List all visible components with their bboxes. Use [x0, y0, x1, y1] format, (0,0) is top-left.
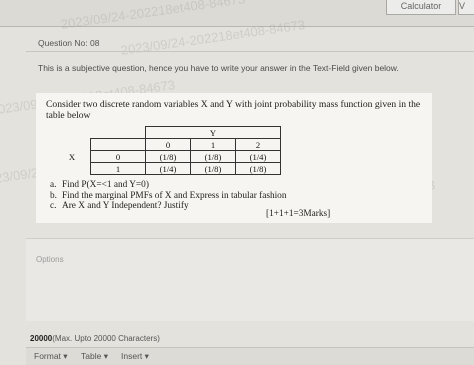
table-cell: (1/8)	[145, 150, 191, 163]
table-col-header: 1	[190, 138, 236, 151]
question-number: Question No: 08	[38, 38, 100, 48]
question-part: b. Find the marginal PMFs of X and Expres…	[50, 191, 430, 202]
pmf-table: Y 0 1 2 X 0 (1/8) (1/8) (1/4) 1 (1/4) (1…	[54, 126, 281, 175]
table-row-header: 0	[90, 150, 146, 163]
table-cell: (1/8)	[190, 150, 236, 163]
editor-toolbar: Format ▾ Table ▾ Insert ▾	[26, 347, 474, 365]
insert-menu[interactable]: Insert ▾	[121, 351, 149, 362]
char-limit-value: 20000	[30, 334, 53, 343]
table-menu[interactable]: Table ▾	[81, 351, 108, 362]
part-label: a.	[50, 180, 57, 190]
problem-statement: Consider two discrete random variables X…	[46, 99, 421, 121]
table-row-var: X	[54, 150, 91, 163]
question-part: a. Find P(X=<1 and Y=0)	[50, 180, 430, 191]
part-text: Find P(X=<1 and Y=0)	[62, 180, 149, 190]
table-menu-label: Table	[81, 351, 102, 361]
character-limit: 20000(Max. Upto 20000 Characters)	[30, 334, 160, 343]
part-text: Find the marginal PMFs of X and Express …	[62, 190, 287, 201]
table-col-header: 0	[145, 138, 191, 151]
format-menu-label: Format	[34, 351, 61, 361]
divider	[26, 51, 474, 52]
question-parts: a. Find P(X=<1 and Y=0) b. Find the margin…	[50, 180, 430, 212]
marks-label: [1+1+1=3Marks]	[266, 209, 331, 219]
part-label: c.	[50, 201, 57, 211]
part-text: Are X and Y Independent? Justify	[62, 201, 189, 211]
answer-text-field[interactable]	[26, 238, 474, 321]
question-part: c. Are X and Y Independent? Justify	[50, 201, 430, 212]
options-label[interactable]: Options	[36, 255, 64, 264]
format-menu[interactable]: Format ▾	[34, 351, 68, 362]
question-instruction: This is a subjective question, hence you…	[38, 63, 399, 73]
table-cell: (1/8)	[235, 162, 281, 175]
second-toolbar-button[interactable]: V	[458, 0, 474, 15]
top-bar: Calculator V	[0, 0, 474, 27]
table-col-var: Y	[145, 126, 281, 139]
table-col-header: 2	[235, 138, 281, 151]
table-row-header: 1	[90, 162, 146, 175]
chevron-down-icon: ▾	[103, 351, 108, 361]
table-cell: (1/4)	[145, 162, 191, 175]
insert-menu-label: Insert	[121, 351, 143, 361]
table-cell: (1/8)	[190, 162, 236, 175]
table-row: 1 (1/4) (1/8) (1/8)	[54, 162, 281, 175]
chevron-down-icon: ▾	[144, 351, 149, 361]
calculator-button[interactable]: Calculator	[386, 0, 456, 15]
table-cell: (1/4)	[235, 150, 281, 163]
table-row: X 0 (1/8) (1/8) (1/4)	[54, 150, 281, 163]
chevron-down-icon: ▾	[63, 351, 68, 361]
char-limit-text: (Max. Upto 20000 Characters)	[52, 334, 160, 343]
part-label: b.	[50, 190, 57, 201]
question-image: Consider two discrete random variables X…	[36, 93, 432, 223]
